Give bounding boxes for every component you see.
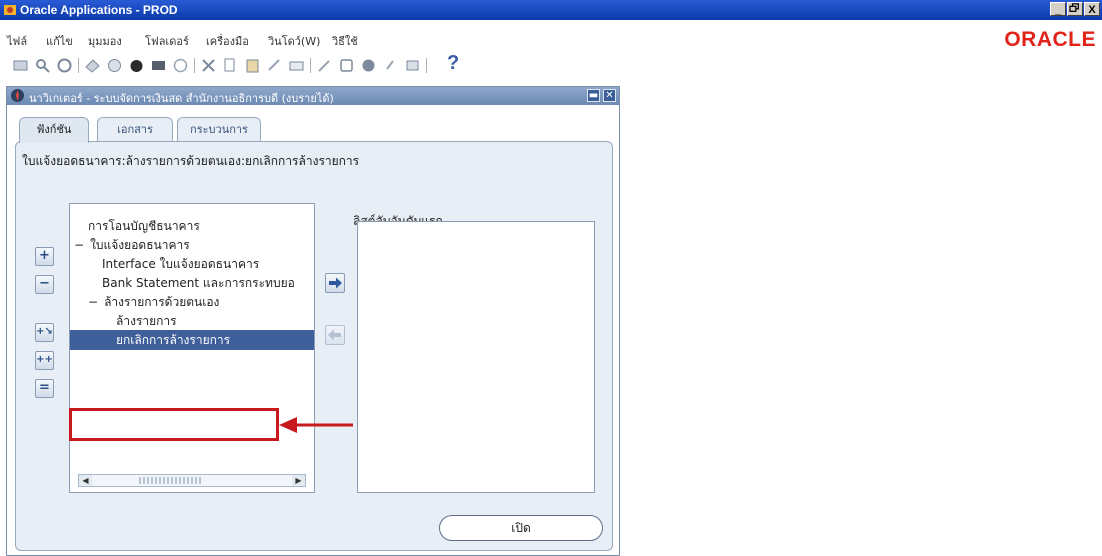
minimize-button[interactable]: _ bbox=[1050, 2, 1066, 16]
add-to-top-ten-button[interactable] bbox=[325, 273, 345, 293]
open-button[interactable]: เปิด bbox=[439, 515, 603, 541]
remove-from-top-ten-button[interactable] bbox=[325, 325, 345, 345]
toolbar bbox=[0, 52, 600, 80]
tree-item-label: ล้างรายการด้วยตนเอง bbox=[104, 295, 220, 309]
edit-field-icon[interactable] bbox=[316, 57, 333, 74]
tree-item[interactable]: − ล้างรายการด้วยตนเอง bbox=[70, 292, 314, 312]
annotation-arrow-icon bbox=[279, 417, 353, 433]
navigator-window: นาวิเกเตอร์ - ระบบจัดการเงินสด สำนักงานอ… bbox=[6, 86, 620, 556]
scroll-left-icon[interactable]: ◀ bbox=[79, 475, 92, 486]
tree-item[interactable]: − ใบแจ้งยอดธนาคาร bbox=[70, 235, 314, 255]
navigator-title: นาวิเกเตอร์ - ระบบจัดการเงินสด สำนักงานอ… bbox=[29, 92, 334, 105]
close-form-icon[interactable] bbox=[150, 57, 167, 74]
menu-tools[interactable]: เครื่องมือ bbox=[206, 32, 249, 50]
tree-horizontal-scrollbar[interactable]: ◀ ▶ bbox=[78, 474, 306, 487]
folder-tools-icon[interactable] bbox=[360, 57, 377, 74]
oracle-app-icon bbox=[3, 3, 17, 17]
delete-icon[interactable] bbox=[288, 57, 305, 74]
oracle-logo: ORACLE bbox=[1004, 28, 1096, 51]
menu-help[interactable]: วิธีใช้ bbox=[332, 32, 358, 50]
scroll-right-icon[interactable]: ▶ bbox=[292, 475, 305, 486]
app-title-bar[interactable]: Oracle Applications - PROD _ X bbox=[0, 0, 1102, 20]
collapse-all-button[interactable]: = bbox=[35, 379, 54, 398]
navigator-icon[interactable] bbox=[56, 57, 73, 74]
navigator-close-button[interactable]: ✕ bbox=[603, 89, 616, 102]
tab-documents[interactable]: เอกสาร bbox=[97, 117, 173, 141]
next-step-icon[interactable] bbox=[106, 57, 123, 74]
current-function-path: ใบแจ้งยอดธนาคาร:ล้างรายการด้วยตนเอง:ยกเล… bbox=[22, 154, 360, 168]
tree-item[interactable]: Interface ใบแจ้งยอดธนาคาร bbox=[70, 254, 314, 274]
highlight-annotation bbox=[69, 408, 279, 441]
restore-button[interactable] bbox=[1067, 2, 1083, 16]
navigator-compass-icon bbox=[10, 88, 25, 103]
expand-branch-button[interactable]: +↘ bbox=[35, 323, 54, 342]
tree-item-label: ล้างรายการ bbox=[116, 314, 177, 328]
translations-icon[interactable] bbox=[172, 57, 189, 74]
arrow-right-icon bbox=[329, 277, 342, 289]
menu-view[interactable]: มุมมอง bbox=[88, 32, 122, 50]
collapse-toggle-icon[interactable]: − bbox=[70, 295, 98, 309]
save-icon[interactable] bbox=[84, 57, 101, 74]
app-title: Oracle Applications - PROD bbox=[20, 3, 178, 17]
tree-item-label: การโอนบัญชีธนาคาร bbox=[88, 219, 200, 233]
menu-bar: ไฟล์ แก้ไข มุมมอง โฟลเดอร์ เครื่องมือ วิ… bbox=[0, 28, 1102, 50]
collapse-toggle-icon[interactable]: − bbox=[70, 238, 84, 252]
menu-edit[interactable]: แก้ไข bbox=[46, 32, 73, 50]
clear-record-icon[interactable] bbox=[266, 57, 283, 74]
tree-item-label: ใบแจ้งยอดธนาคาร bbox=[90, 238, 190, 252]
tree-item-label: Interface ใบแจ้งยอดธนาคาร bbox=[102, 257, 260, 271]
collapse-button[interactable]: − bbox=[35, 275, 54, 294]
menu-window[interactable]: วินโดว์(W) bbox=[268, 32, 320, 50]
expand-button[interactable]: + bbox=[35, 247, 54, 266]
top-ten-list[interactable] bbox=[357, 221, 595, 493]
scroll-thumb[interactable] bbox=[139, 477, 203, 484]
navigator-title-bar[interactable]: นาวิเกเตอร์ - ระบบจัดการเงินสด สำนักงานอ… bbox=[7, 87, 619, 105]
expand-all-button[interactable]: ++ bbox=[35, 351, 54, 370]
tab-processes[interactable]: กระบวนการ bbox=[177, 117, 261, 141]
tree-item[interactable]: ล้างรายการ bbox=[70, 311, 314, 331]
close-app-button[interactable]: X bbox=[1084, 2, 1100, 16]
copy-icon[interactable] bbox=[222, 57, 239, 74]
print-icon[interactable] bbox=[128, 57, 145, 74]
tree-item-label: Bank Statement และการกระทบยอ bbox=[102, 276, 295, 290]
tree-item[interactable]: การโอนบัญชีธนาคาร bbox=[70, 216, 314, 236]
paste-icon[interactable] bbox=[244, 57, 261, 74]
tree-item-label: ยกเลิกการล้างรายการ bbox=[116, 333, 231, 347]
window-icon[interactable] bbox=[404, 57, 421, 74]
find-icon[interactable] bbox=[34, 57, 51, 74]
zoom-icon[interactable] bbox=[338, 57, 355, 74]
tab-functions[interactable]: ฟังก์ชัน bbox=[19, 117, 89, 143]
cut-icon[interactable] bbox=[200, 57, 217, 74]
menu-folder[interactable]: โฟลเดอร์ bbox=[145, 32, 189, 50]
navigator-minimize-button[interactable]: ▬ bbox=[587, 89, 600, 102]
tree-item[interactable]: Bank Statement และการกระทบยอ bbox=[70, 273, 314, 293]
menu-file[interactable]: ไฟล์ bbox=[7, 32, 27, 50]
tree-item-selected[interactable]: ยกเลิกการล้างรายการ bbox=[70, 330, 314, 350]
arrow-left-icon bbox=[328, 329, 341, 341]
attachments-icon[interactable] bbox=[382, 57, 399, 74]
new-icon[interactable] bbox=[12, 57, 29, 74]
help-icon[interactable]: ? bbox=[447, 52, 459, 75]
functions-tree[interactable]: การโอนบัญชีธนาคาร − ใบแจ้งยอดธนาคาร Inter… bbox=[69, 203, 315, 493]
